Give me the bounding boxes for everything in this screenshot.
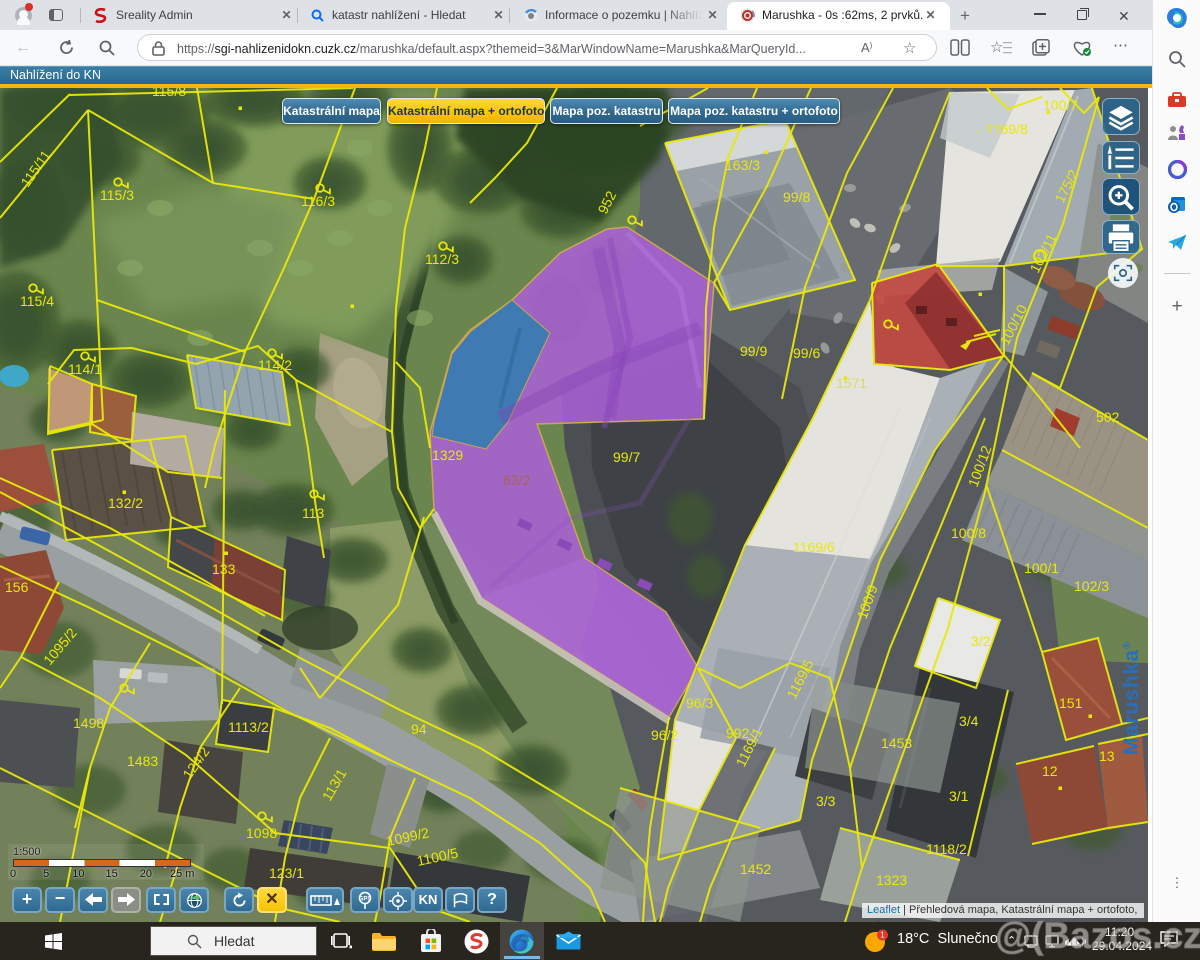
svg-text:114/1: 114/1	[68, 361, 102, 377]
svg-text:151: 151	[1059, 695, 1083, 711]
svg-text:13: 13	[1099, 748, 1115, 764]
svg-text:1169/8: 1169/8	[986, 121, 1028, 137]
svg-text:132/2: 132/2	[108, 495, 143, 511]
svg-text:1483: 1483	[127, 753, 158, 769]
svg-text:115/8: 115/8	[152, 88, 186, 99]
svg-text:114/2: 114/2	[258, 357, 292, 373]
svg-text:1118/2: 1118/2	[926, 841, 967, 857]
svg-text:102/3: 102/3	[1074, 578, 1109, 594]
svg-text:116/3: 116/3	[301, 193, 335, 209]
svg-text:1169/6: 1169/6	[793, 539, 835, 555]
svg-text:100/1: 100/1	[1024, 560, 1059, 576]
svg-text:1452: 1452	[740, 861, 771, 877]
svg-text:502: 502	[1096, 409, 1120, 425]
svg-text:99/7: 99/7	[613, 449, 640, 465]
svg-text:3/2: 3/2	[971, 633, 991, 649]
svg-text:156: 156	[5, 579, 29, 595]
svg-text:113: 113	[302, 505, 325, 521]
svg-text:3/3: 3/3	[816, 793, 836, 809]
svg-text:1498: 1498	[73, 715, 104, 731]
svg-text:1098: 1098	[246, 825, 277, 841]
svg-text:112/3: 112/3	[425, 251, 459, 267]
svg-text:115/3: 115/3	[100, 187, 134, 203]
svg-text:133: 133	[212, 561, 236, 577]
svg-text:1571: 1571	[836, 375, 867, 391]
svg-text:GPS: GPS	[359, 897, 372, 903]
svg-text:3/1: 3/1	[949, 788, 969, 804]
svg-text:100/8: 100/8	[951, 525, 986, 541]
svg-text:123/1: 123/1	[269, 865, 304, 881]
svg-text:99/8: 99/8	[783, 189, 810, 205]
svg-text:99/9: 99/9	[740, 343, 767, 359]
svg-text:3/4: 3/4	[959, 713, 979, 729]
svg-text:1: 1	[880, 931, 885, 940]
svg-text:1113/2: 1113/2	[228, 719, 269, 735]
svg-text:1323: 1323	[876, 872, 907, 888]
svg-text:115/4: 115/4	[20, 293, 54, 309]
svg-text:63/2: 63/2	[503, 472, 530, 488]
svg-text:96/2: 96/2	[651, 727, 678, 743]
svg-text:99/6: 99/6	[793, 345, 820, 361]
svg-text:163/3: 163/3	[725, 157, 760, 173]
svg-text:12: 12	[1042, 763, 1058, 779]
svg-text:1329: 1329	[432, 447, 463, 463]
svg-text:94: 94	[411, 721, 427, 737]
svg-text:96/3: 96/3	[686, 695, 713, 711]
svg-text:1453: 1453	[881, 735, 912, 751]
